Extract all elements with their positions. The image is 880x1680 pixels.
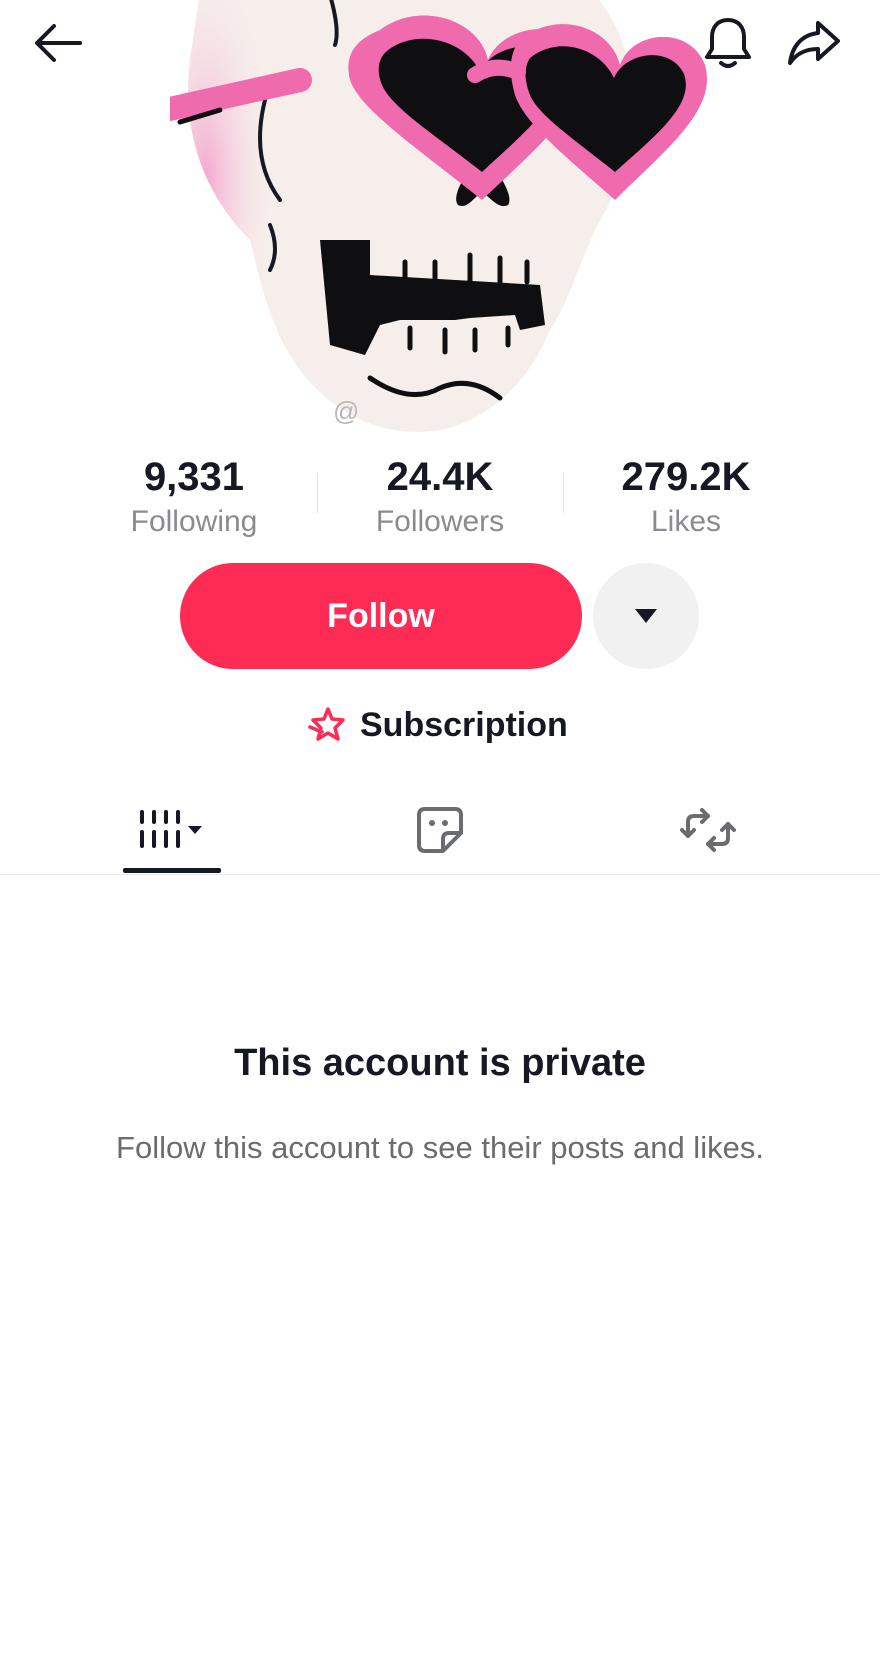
followers-count: 24.4K [386,455,494,499]
subscription-label: Subscription [360,705,568,744]
stat-likes[interactable]: 279.2K Likes [566,454,806,542]
more-options-button[interactable] [593,563,699,669]
follow-button[interactable]: Follow [180,563,582,669]
tab-videos[interactable] [72,790,272,870]
liked-sticker-icon [417,807,463,853]
stat-divider [563,473,564,513]
active-tab-indicator [123,868,221,873]
private-account-title: This account is private [234,1042,646,1084]
tabs-divider [0,874,880,875]
stat-followers[interactable]: 24.4K Followers [320,454,560,542]
following-label: Following [130,505,258,538]
caret-down-icon [635,609,657,623]
username-handle: @ [333,396,360,426]
subscription-link[interactable]: Subscription [308,700,568,750]
likes-label: Likes [650,505,722,538]
tab-liked[interactable] [340,790,540,870]
repost-icon [680,808,736,852]
back-arrow-icon[interactable] [22,12,94,74]
followers-label: Followers [375,505,505,538]
private-account-description: Follow this account to see their posts a… [116,1130,764,1165]
stat-following[interactable]: 9,331 Following [74,454,314,542]
tab-reposts[interactable] [608,790,808,870]
videos-grid-icon [140,810,202,848]
likes-count: 279.2K [621,455,751,499]
avatar[interactable] [153,0,730,450]
stat-divider [317,473,318,513]
subscription-star-icon [308,707,345,741]
share-icon[interactable] [778,12,850,74]
following-count: 9,331 [143,455,245,499]
